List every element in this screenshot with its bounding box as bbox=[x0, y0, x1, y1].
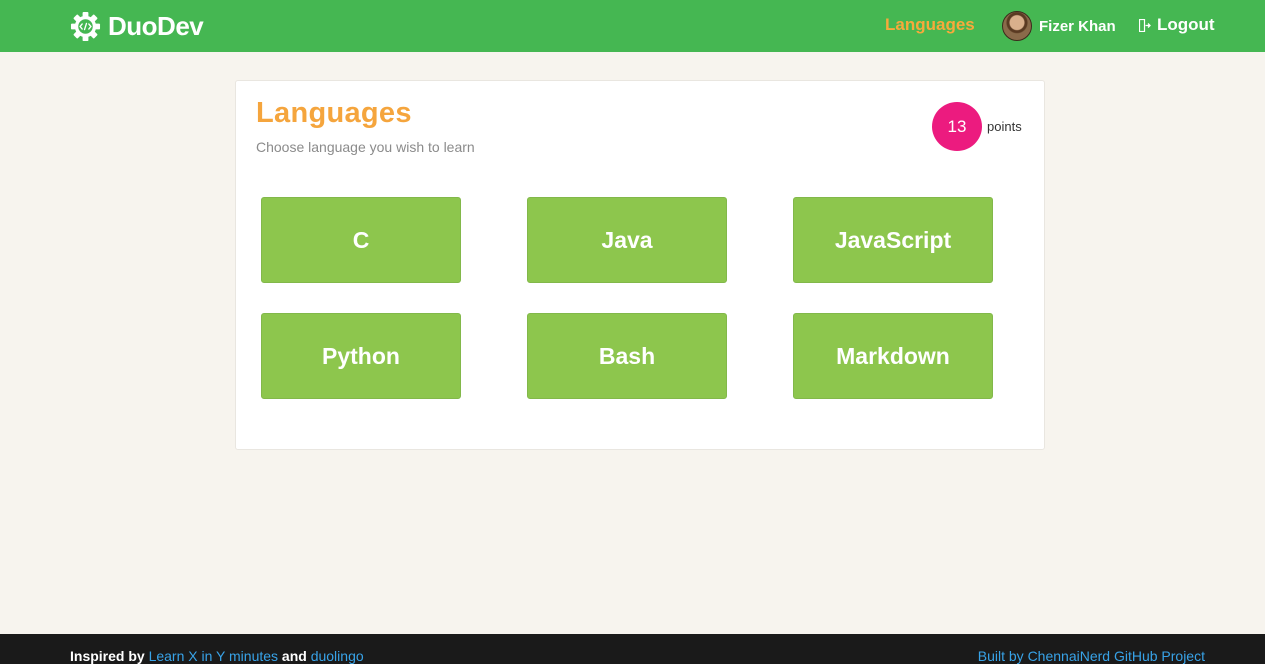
points-badge: 13 points bbox=[932, 102, 1022, 151]
top-navbar: DuoDev Languages Fizer Khan Logout bbox=[0, 0, 1265, 52]
points-count: 13 bbox=[932, 102, 982, 151]
gear-code-icon bbox=[70, 11, 101, 41]
language-button-java[interactable]: Java bbox=[527, 197, 727, 283]
footer-credits: Inspired by Learn X in Y minutes and duo… bbox=[70, 648, 364, 664]
brand-logo-link[interactable]: DuoDev bbox=[70, 9, 204, 43]
user-name: Fizer Khan bbox=[1039, 17, 1116, 35]
language-button-bash[interactable]: Bash bbox=[527, 313, 727, 399]
nav-link-languages[interactable]: Languages bbox=[885, 15, 975, 35]
points-label: points bbox=[987, 119, 1022, 134]
language-button-python[interactable]: Python bbox=[261, 313, 461, 399]
footer-inspired-label: Inspired by bbox=[70, 648, 145, 664]
languages-card: Languages Choose language you wish to le… bbox=[235, 80, 1045, 450]
brand-name: DuoDev bbox=[108, 10, 204, 41]
footer-project-links: Built by ChennaiNerd GitHub Project bbox=[978, 648, 1205, 664]
page-subtitle: Choose language you wish to learn bbox=[256, 139, 475, 155]
avatar bbox=[1002, 11, 1032, 41]
logout-label: Logout bbox=[1157, 15, 1215, 34]
logout-link[interactable]: Logout bbox=[1139, 15, 1215, 35]
footer-link-duolingo[interactable]: duolingo bbox=[311, 648, 364, 664]
page-title: Languages bbox=[256, 97, 412, 129]
footer-link-github[interactable]: GitHub Project bbox=[1114, 648, 1205, 664]
language-button-c[interactable]: C bbox=[261, 197, 461, 283]
language-grid: C Java JavaScript Python Bash Markdown bbox=[261, 197, 993, 399]
footer-and-label: and bbox=[281, 648, 307, 664]
language-button-markdown[interactable]: Markdown bbox=[793, 313, 993, 399]
footer-link-built-by[interactable]: Built by ChennaiNerd bbox=[978, 648, 1110, 664]
logout-icon bbox=[1139, 18, 1151, 32]
language-button-javascript[interactable]: JavaScript bbox=[793, 197, 993, 283]
footer-link-learnx[interactable]: Learn X in Y minutes bbox=[149, 648, 278, 664]
user-profile-link[interactable]: Fizer Khan bbox=[1002, 11, 1116, 41]
page-footer: Inspired by Learn X in Y minutes and duo… bbox=[0, 634, 1265, 664]
